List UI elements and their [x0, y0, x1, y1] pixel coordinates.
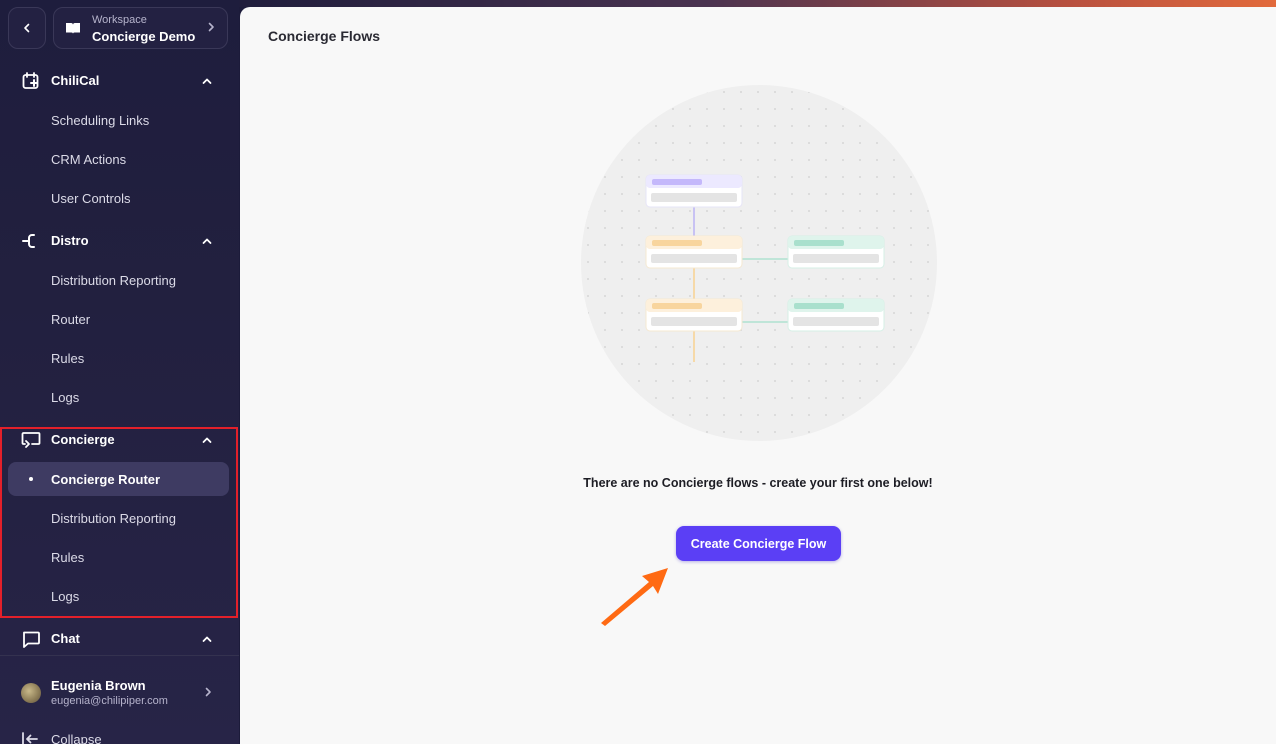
- section-title: Chat: [51, 631, 80, 646]
- workspace-switcher[interactable]: Workspace Concierge Demo: [53, 7, 228, 49]
- sidebar-item-router[interactable]: Router: [8, 302, 229, 336]
- collapse-left-icon: [22, 732, 38, 744]
- user-email: eugenia@chilipiper.com: [51, 695, 168, 707]
- sidebar-item-label: Logs: [51, 589, 80, 604]
- sidebar-item-rules[interactable]: Rules: [8, 341, 229, 375]
- empty-state-message: There are no Concierge flows - create yo…: [583, 476, 933, 490]
- collapse-button[interactable]: Collapse: [0, 728, 239, 744]
- sidebar-item-label: Router: [51, 312, 91, 327]
- sidebar-item-label: User Controls: [51, 191, 131, 206]
- chevron-up-icon: [202, 636, 212, 642]
- sidebar-item-scheduling-links[interactable]: Scheduling Links: [8, 103, 229, 137]
- chevron-up-icon: [202, 437, 212, 443]
- user-name[interactable]: Eugenia Brown: [51, 678, 146, 693]
- top-gradient-bar: [239, 0, 1276, 7]
- back-button[interactable]: [8, 7, 46, 49]
- concierge-screen-icon: [21, 432, 41, 448]
- sidebar-item-distribution-reporting[interactable]: Distribution Reporting: [8, 263, 229, 297]
- sidebar-item-label: Logs: [51, 390, 80, 405]
- sidebar-item-label: Rules: [51, 351, 85, 366]
- section-chilical[interactable]: ChiliCal: [0, 66, 239, 96]
- distro-branch-icon: [22, 234, 35, 248]
- sidebar-item-logs[interactable]: Logs: [8, 380, 229, 414]
- book-icon: [66, 23, 80, 34]
- workspace-row: Workspace Concierge Demo: [8, 7, 228, 49]
- sidebar: Workspace Concierge Demo ChiliCal Schedu…: [0, 0, 239, 744]
- sidebar-item-concierge-distribution-reporting[interactable]: Distribution Reporting: [8, 501, 229, 535]
- collapse-label: Collapse: [51, 732, 102, 744]
- section-distro[interactable]: Distro: [0, 226, 239, 256]
- divider: [0, 655, 239, 656]
- avatar[interactable]: [21, 683, 41, 703]
- sidebar-item-label: Distribution Reporting: [51, 273, 177, 288]
- active-dot: [29, 477, 33, 481]
- main-content: Concierge Flows There are no Concierge f…: [240, 7, 1276, 744]
- sidebar-item-label: Scheduling Links: [51, 113, 150, 128]
- sidebar-item-concierge-rules[interactable]: Rules: [8, 540, 229, 574]
- chevron-right-icon: [208, 22, 214, 32]
- page-title: Concierge Flows: [268, 28, 381, 44]
- workspace-name: Concierge Demo: [92, 29, 196, 44]
- sidebar-item-user-controls[interactable]: User Controls: [8, 181, 229, 215]
- sidebar-item-label: Rules: [51, 550, 85, 565]
- section-concierge[interactable]: Concierge: [0, 425, 239, 455]
- chevron-up-icon: [202, 78, 212, 84]
- section-chat[interactable]: Chat: [0, 624, 239, 654]
- empty-flows-illustration: [581, 85, 937, 441]
- section-title: Concierge: [51, 432, 115, 447]
- workspace-label: Workspace: [92, 14, 147, 26]
- chevron-left-icon: [24, 23, 30, 33]
- sidebar-item-crm-actions[interactable]: CRM Actions: [8, 142, 229, 176]
- section-title: ChiliCal: [51, 73, 100, 88]
- pointer-arrow-icon: [601, 568, 668, 626]
- chevron-right-icon[interactable]: [203, 687, 213, 697]
- section-title: Distro: [51, 233, 89, 248]
- sidebar-item-concierge-router[interactable]: Concierge Router: [8, 462, 229, 496]
- sidebar-item-label: Distribution Reporting: [51, 511, 177, 526]
- chat-bubble-icon: [23, 631, 40, 648]
- calendar-plus-icon: [22, 72, 39, 89]
- sidebar-item-label: CRM Actions: [51, 152, 127, 167]
- chevron-up-icon: [202, 238, 212, 244]
- create-concierge-flow-button[interactable]: Create Concierge Flow: [676, 526, 841, 561]
- sidebar-item-label: Concierge Router: [51, 472, 161, 487]
- sidebar-item-concierge-logs[interactable]: Logs: [8, 579, 229, 613]
